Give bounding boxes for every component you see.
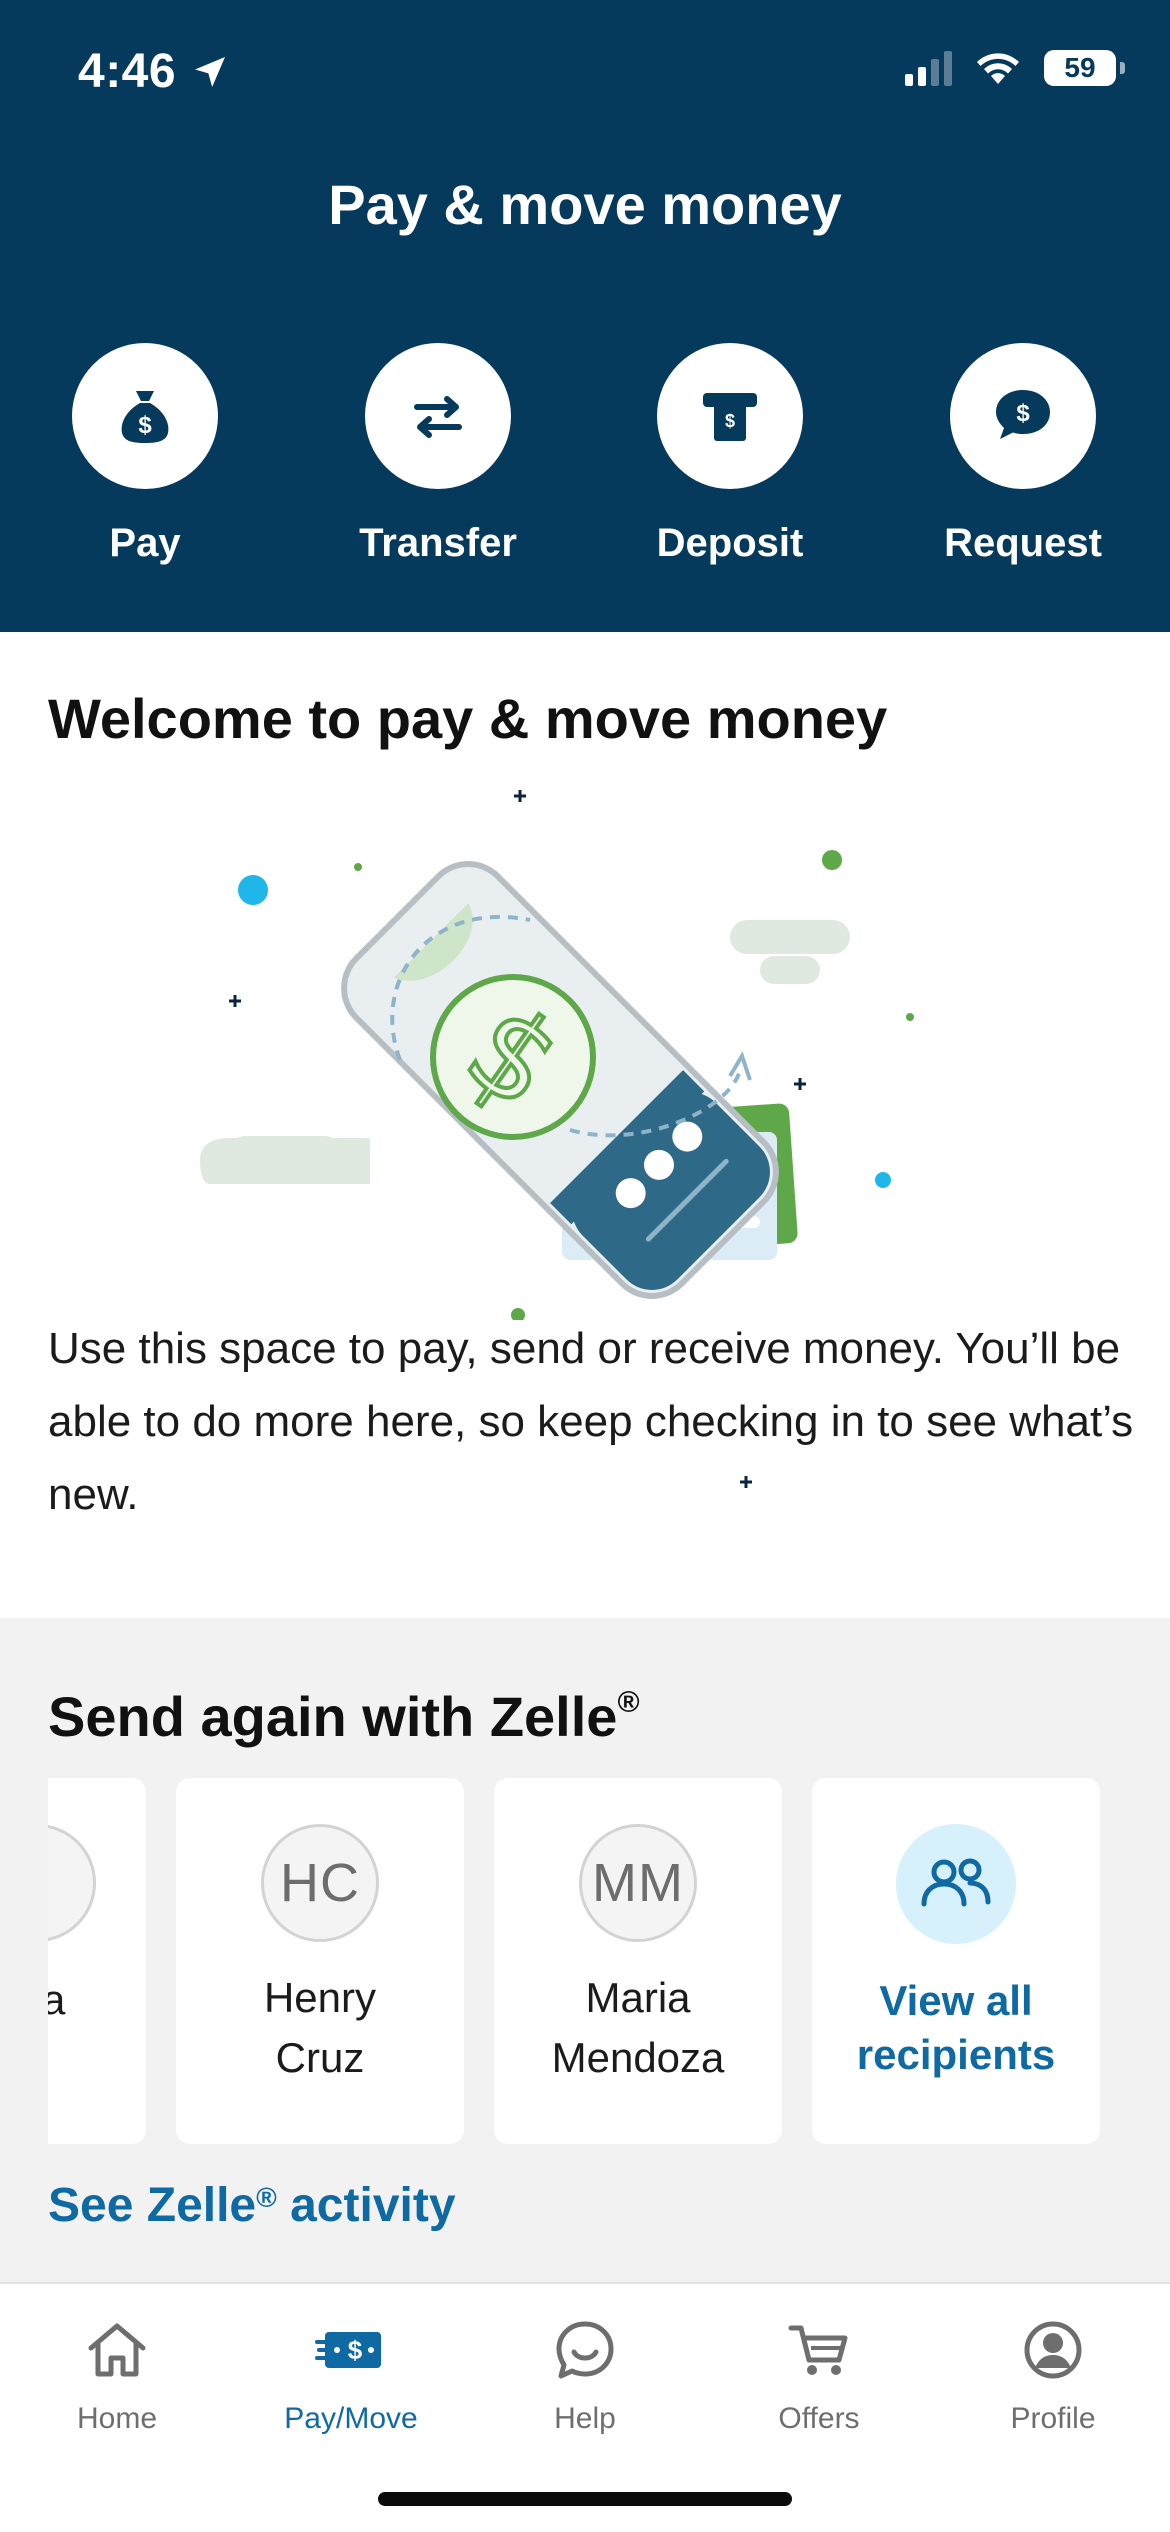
zelle-section: Send again with Zelle® a HC Henry Cruz M… bbox=[0, 1618, 1170, 2282]
request-button[interactable]: $ bbox=[950, 343, 1096, 489]
view-all-line1: View all bbox=[879, 1977, 1033, 2024]
tab-pay-move[interactable]: $ Pay/Move bbox=[234, 2314, 468, 2436]
cell-signal-icon bbox=[905, 50, 952, 86]
tab-home-label: Home bbox=[76, 2402, 158, 2435]
cart-icon bbox=[788, 2325, 848, 2375]
quick-actions: $ Pay Transfer $ Deposit $ Request bbox=[0, 343, 1170, 583]
registered-mark: ® bbox=[256, 2182, 277, 2213]
deposit-label: Deposit bbox=[656, 521, 804, 565]
registered-mark: ® bbox=[617, 1686, 640, 1719]
tab-help[interactable]: Help bbox=[468, 2314, 702, 2436]
recipient-card-partial[interactable]: a bbox=[48, 1778, 146, 2144]
wifi-icon bbox=[977, 53, 1019, 84]
recipient-card-henry-cruz[interactable]: HC Henry Cruz bbox=[176, 1778, 464, 2144]
deposit-action[interactable]: $ Deposit bbox=[630, 343, 830, 566]
avatar bbox=[48, 1824, 96, 1942]
svg-text:$: $ bbox=[348, 2335, 363, 2365]
recipient-name-fragment: a bbox=[48, 1976, 66, 2023]
profile-icon bbox=[1024, 2321, 1082, 2379]
zelle-title-text: Send again with Zelle bbox=[48, 1685, 618, 1748]
transfer-arrows-icon bbox=[414, 396, 462, 438]
people-group-icon bbox=[921, 1858, 991, 1907]
recipient-first-name: Maria bbox=[585, 1974, 691, 2021]
status-time: 4:46 bbox=[78, 44, 230, 99]
avatar: HC bbox=[261, 1824, 379, 1942]
help-chat-icon bbox=[556, 2321, 614, 2379]
recipient-name: Henry Cruz bbox=[264, 1968, 376, 2088]
svg-text:$: $ bbox=[1016, 400, 1030, 427]
link-text-post: activity bbox=[276, 2179, 456, 2232]
sparkle-icon bbox=[740, 1476, 752, 1488]
home-indicator bbox=[378, 2492, 792, 2506]
header: 4:46 59 Pay & move money $ Pay Transfer … bbox=[0, 0, 1170, 632]
view-all-line2: recipients bbox=[856, 2031, 1056, 2078]
tab-pay-move-label: Pay/Move bbox=[284, 2402, 418, 2435]
see-zelle-activity-link[interactable]: See Zelle® activity bbox=[48, 2178, 456, 2233]
view-all-recipients-card[interactable]: View all recipients bbox=[812, 1778, 1100, 2144]
pay-move-icon: $ bbox=[315, 2332, 381, 2368]
pay-action[interactable]: $ Pay bbox=[45, 343, 245, 566]
tab-offers[interactable]: Offers bbox=[702, 2314, 936, 2436]
welcome-title: Welcome to pay & move money bbox=[48, 687, 888, 750]
tab-profile[interactable]: Profile bbox=[936, 2314, 1170, 2436]
svg-text:$: $ bbox=[725, 411, 735, 431]
status-bar: 4:46 59 bbox=[0, 0, 1170, 150]
money-bag-icon: $ bbox=[121, 391, 169, 443]
link-text-pre: See Zelle bbox=[48, 2179, 257, 2232]
transfer-button[interactable] bbox=[365, 343, 511, 489]
battery-level: 59 bbox=[1064, 52, 1096, 83]
view-all-recipients-link[interactable]: View all recipients bbox=[857, 1974, 1055, 2082]
check-deposit-icon: $ bbox=[703, 393, 757, 441]
request-label: Request bbox=[944, 521, 1102, 565]
zelle-title: Send again with Zelle® bbox=[48, 1684, 640, 1749]
request-action[interactable]: $ Request bbox=[923, 343, 1123, 566]
tab-help-label: Help bbox=[554, 2402, 616, 2435]
recipient-last-name: Cruz bbox=[275, 2034, 365, 2081]
location-arrow-icon bbox=[195, 56, 226, 87]
recipient-card-maria-mendoza[interactable]: MM Maria Mendoza bbox=[494, 1778, 782, 2144]
avatar: MM bbox=[579, 1824, 697, 1942]
tab-profile-label: Profile bbox=[1010, 2402, 1096, 2435]
recipient-name: Maria Mendoza bbox=[552, 1968, 725, 2088]
recipients-avatar bbox=[896, 1824, 1016, 1944]
recipient-carousel[interactable]: a HC Henry Cruz MM Maria Mendoza View al… bbox=[48, 1778, 1170, 2146]
tab-offers-label: Offers bbox=[778, 2402, 860, 2435]
welcome-description: Use this space to pay, send or receive m… bbox=[48, 1324, 1134, 1519]
deposit-button[interactable]: $ bbox=[657, 343, 803, 489]
phone-payment-illustration: $ bbox=[200, 790, 914, 1320]
transfer-label: Transfer bbox=[359, 521, 517, 565]
pay-label: Pay bbox=[109, 521, 181, 565]
dollar-chat-icon: $ bbox=[996, 390, 1050, 439]
recipient-last-name: Mendoza bbox=[551, 2034, 725, 2081]
pay-button[interactable]: $ bbox=[72, 343, 218, 489]
battery-icon: 59 bbox=[1044, 50, 1125, 86]
transfer-action[interactable]: Transfer bbox=[338, 343, 538, 566]
home-icon bbox=[88, 2323, 146, 2377]
svg-text:$: $ bbox=[138, 412, 152, 439]
tab-home[interactable]: Home bbox=[0, 2314, 234, 2436]
page-title: Pay & move money bbox=[328, 173, 842, 236]
status-indicators: 59 bbox=[905, 50, 1125, 86]
recipient-first-name: Henry bbox=[263, 1974, 377, 2021]
time-text: 4:46 bbox=[78, 45, 177, 98]
